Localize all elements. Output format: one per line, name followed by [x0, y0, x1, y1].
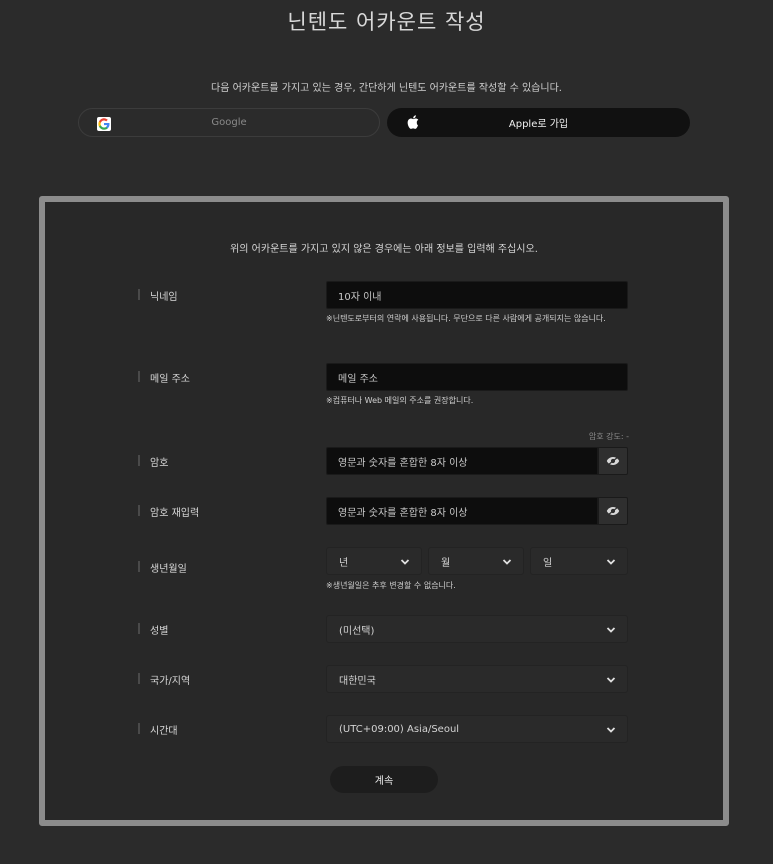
- password-label: 암호: [138, 454, 168, 469]
- continue-button[interactable]: 계속: [330, 766, 438, 793]
- password-visibility-toggle[interactable]: [598, 447, 628, 475]
- birth-year-value: 년: [339, 557, 349, 569]
- chevron-down-icon: [400, 559, 410, 565]
- password-confirm-visibility-toggle[interactable]: [598, 497, 628, 525]
- password-placeholder: 영문과 숫자를 혼합한 8자 이상: [338, 457, 468, 469]
- birth-month-value: 월: [441, 557, 451, 569]
- nickname-input[interactable]: 10자 이내: [326, 281, 628, 309]
- page-title: 닌텐도 어카운트 작성: [287, 10, 486, 34]
- timezone-label: 시간대: [138, 722, 178, 737]
- gender-label: 성별: [138, 622, 168, 637]
- chevron-down-icon: [606, 559, 616, 565]
- birthday-hint: ※생년월일은 추후 변경할 수 없습니다.: [326, 581, 456, 590]
- apple-signup-button[interactable]: Apple로 가입: [387, 108, 690, 137]
- timezone-select[interactable]: (UTC+09:00) Asia/Seoul: [326, 715, 628, 743]
- nickname-label: 닉네임: [138, 288, 178, 303]
- nickname-placeholder: 10자 이내: [338, 291, 382, 303]
- signup-form-card: 위의 어카운트를 가지고 있지 않은 경우에는 아래 정보를 입력해 주십시오.…: [39, 196, 729, 826]
- apple-icon: [407, 115, 421, 129]
- password-confirm-input[interactable]: 영문과 숫자를 혼합한 8자 이상: [326, 497, 598, 525]
- apple-signup-label: Apple로 가입: [508, 119, 569, 130]
- google-icon: [97, 117, 111, 131]
- password-confirm-placeholder: 영문과 숫자를 혼합한 8자 이상: [338, 507, 468, 519]
- nickname-hint: ※닌텐도로부터의 연락에 사용됩니다. 무단으로 다른 사람에게 공개되지는 않…: [326, 314, 606, 323]
- country-select[interactable]: 대한민국: [326, 665, 628, 693]
- password-confirm-label: 암호 재입력: [138, 504, 199, 519]
- email-hint: ※컴퓨터나 Web 메일의 주소를 권장합니다.: [326, 396, 474, 405]
- sso-intro-text: 다음 어카운트를 가지고 있는 경우, 간단하게 닌텐도 어카운트를 작성할 수…: [211, 83, 562, 94]
- birth-month-select[interactable]: 월: [428, 547, 524, 575]
- chevron-down-icon: [502, 559, 512, 565]
- continue-button-label: 계속: [374, 776, 394, 787]
- eye-icon: [606, 456, 620, 466]
- password-strength: 암호 강도: -: [588, 432, 629, 441]
- country-value: 대한민국: [339, 675, 376, 687]
- birth-day-select[interactable]: 일: [530, 547, 628, 575]
- birth-year-select[interactable]: 년: [326, 547, 422, 575]
- timezone-value: (UTC+09:00) Asia/Seoul: [339, 723, 460, 735]
- birth-day-value: 일: [543, 557, 553, 569]
- gender-select[interactable]: (미선택): [326, 615, 628, 643]
- birthday-label: 생년월일: [138, 560, 187, 575]
- country-label: 국가/지역: [138, 672, 190, 687]
- google-signup-label: Google: [211, 117, 247, 128]
- chevron-down-icon: [606, 727, 616, 733]
- password-input[interactable]: 영문과 숫자를 혼합한 8자 이상: [326, 447, 598, 475]
- chevron-down-icon: [606, 677, 616, 683]
- email-label: 메일 주소: [138, 370, 190, 385]
- chevron-down-icon: [606, 627, 616, 633]
- eye-icon: [606, 506, 620, 516]
- email-placeholder: 메일 주소: [338, 373, 378, 385]
- email-input[interactable]: 메일 주소: [326, 363, 628, 391]
- form-intro-text: 위의 어카운트를 가지고 있지 않은 경우에는 아래 정보를 입력해 주십시오.: [230, 244, 538, 255]
- google-signup-button[interactable]: Google: [78, 108, 380, 137]
- gender-value: (미선택): [339, 625, 375, 637]
